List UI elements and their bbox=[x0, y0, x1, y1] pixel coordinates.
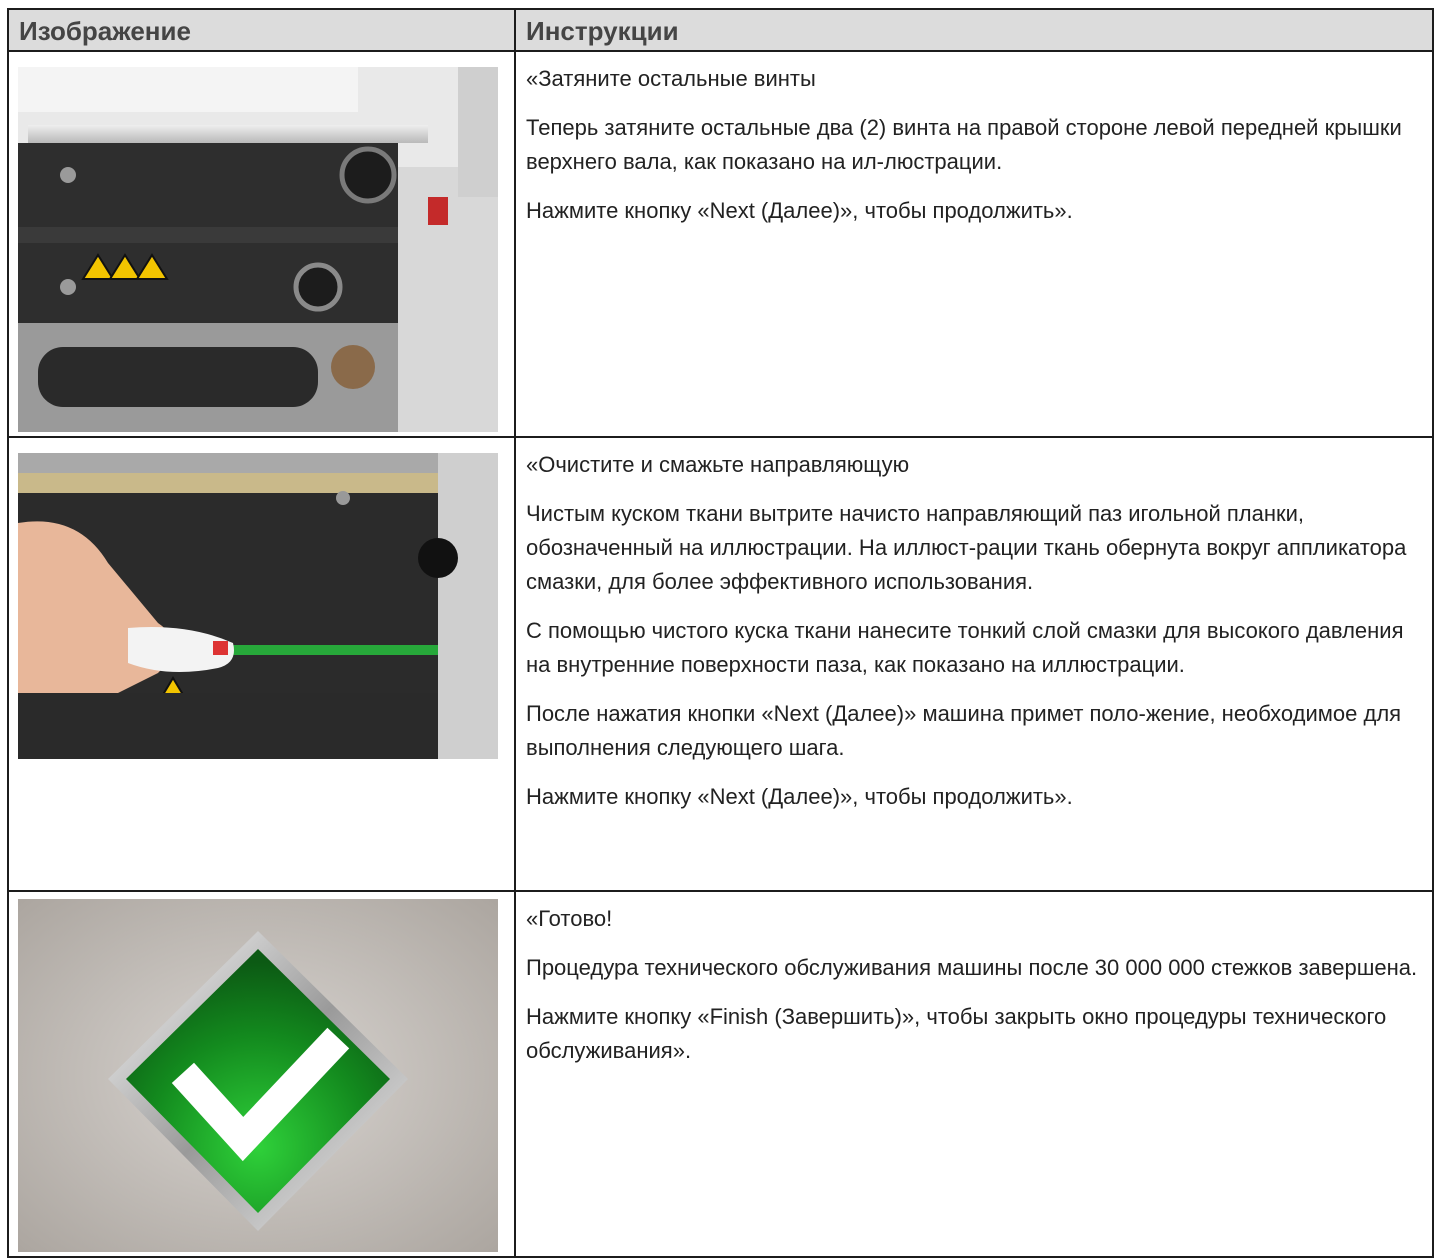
table-header-row: Изображение Инструкции bbox=[9, 10, 1432, 50]
instructions-table: Изображение Инструкции «Затяните остальн… bbox=[7, 8, 1434, 1258]
green-checkmark-icon bbox=[18, 899, 498, 1252]
step-title: «Затяните остальные винты bbox=[526, 66, 816, 91]
step-paragraph: Нажмите кнопку «Finish (Завершить)», что… bbox=[526, 1004, 1387, 1063]
table-row: «Готово! Процедура технического обслужив… bbox=[9, 890, 1432, 1256]
step-title: «Очистите и смажьте направляющую bbox=[526, 452, 910, 477]
instructions-cell: «Готово! Процедура технического обслужив… bbox=[514, 892, 1432, 1256]
header-image-cell: Изображение bbox=[9, 10, 514, 50]
image-cell bbox=[9, 438, 514, 890]
step-paragraph: Процедура технического обслуживания маши… bbox=[526, 955, 1418, 980]
header-instructions-label: Инструкции bbox=[526, 16, 679, 46]
image-cell bbox=[9, 892, 514, 1256]
table-row: «Затяните остальные винты Теперь затянит… bbox=[9, 50, 1432, 436]
step-title: «Готово! bbox=[526, 906, 613, 931]
instructions-cell: «Затяните остальные винты Теперь затянит… bbox=[514, 52, 1432, 436]
step-paragraph: Нажмите кнопку «Next (Далее)», чтобы про… bbox=[526, 784, 1073, 809]
image-cell bbox=[9, 52, 514, 436]
header-instructions-cell: Инструкции bbox=[514, 10, 1432, 50]
table-row: «Очистите и смажьте направляющую Чистым … bbox=[9, 436, 1432, 890]
instructions-cell: «Очистите и смажьте направляющую Чистым … bbox=[514, 438, 1432, 890]
step-paragraph: После нажатия кнопки «Next (Далее)» маши… bbox=[526, 701, 1402, 760]
step-paragraph: Нажмите кнопку «Next (Далее)», чтобы про… bbox=[526, 198, 1073, 223]
header-image-label: Изображение bbox=[19, 16, 191, 46]
step-paragraph: Чистым куском ткани вытрите начисто напр… bbox=[526, 501, 1407, 594]
step-paragraph: С помощью чистого куска ткани нанесите т… bbox=[526, 618, 1404, 677]
clean-guide-photo bbox=[18, 453, 498, 759]
step-paragraph: Теперь затяните остальные два (2) винта … bbox=[526, 115, 1402, 174]
machine-screws-photo bbox=[18, 67, 498, 432]
